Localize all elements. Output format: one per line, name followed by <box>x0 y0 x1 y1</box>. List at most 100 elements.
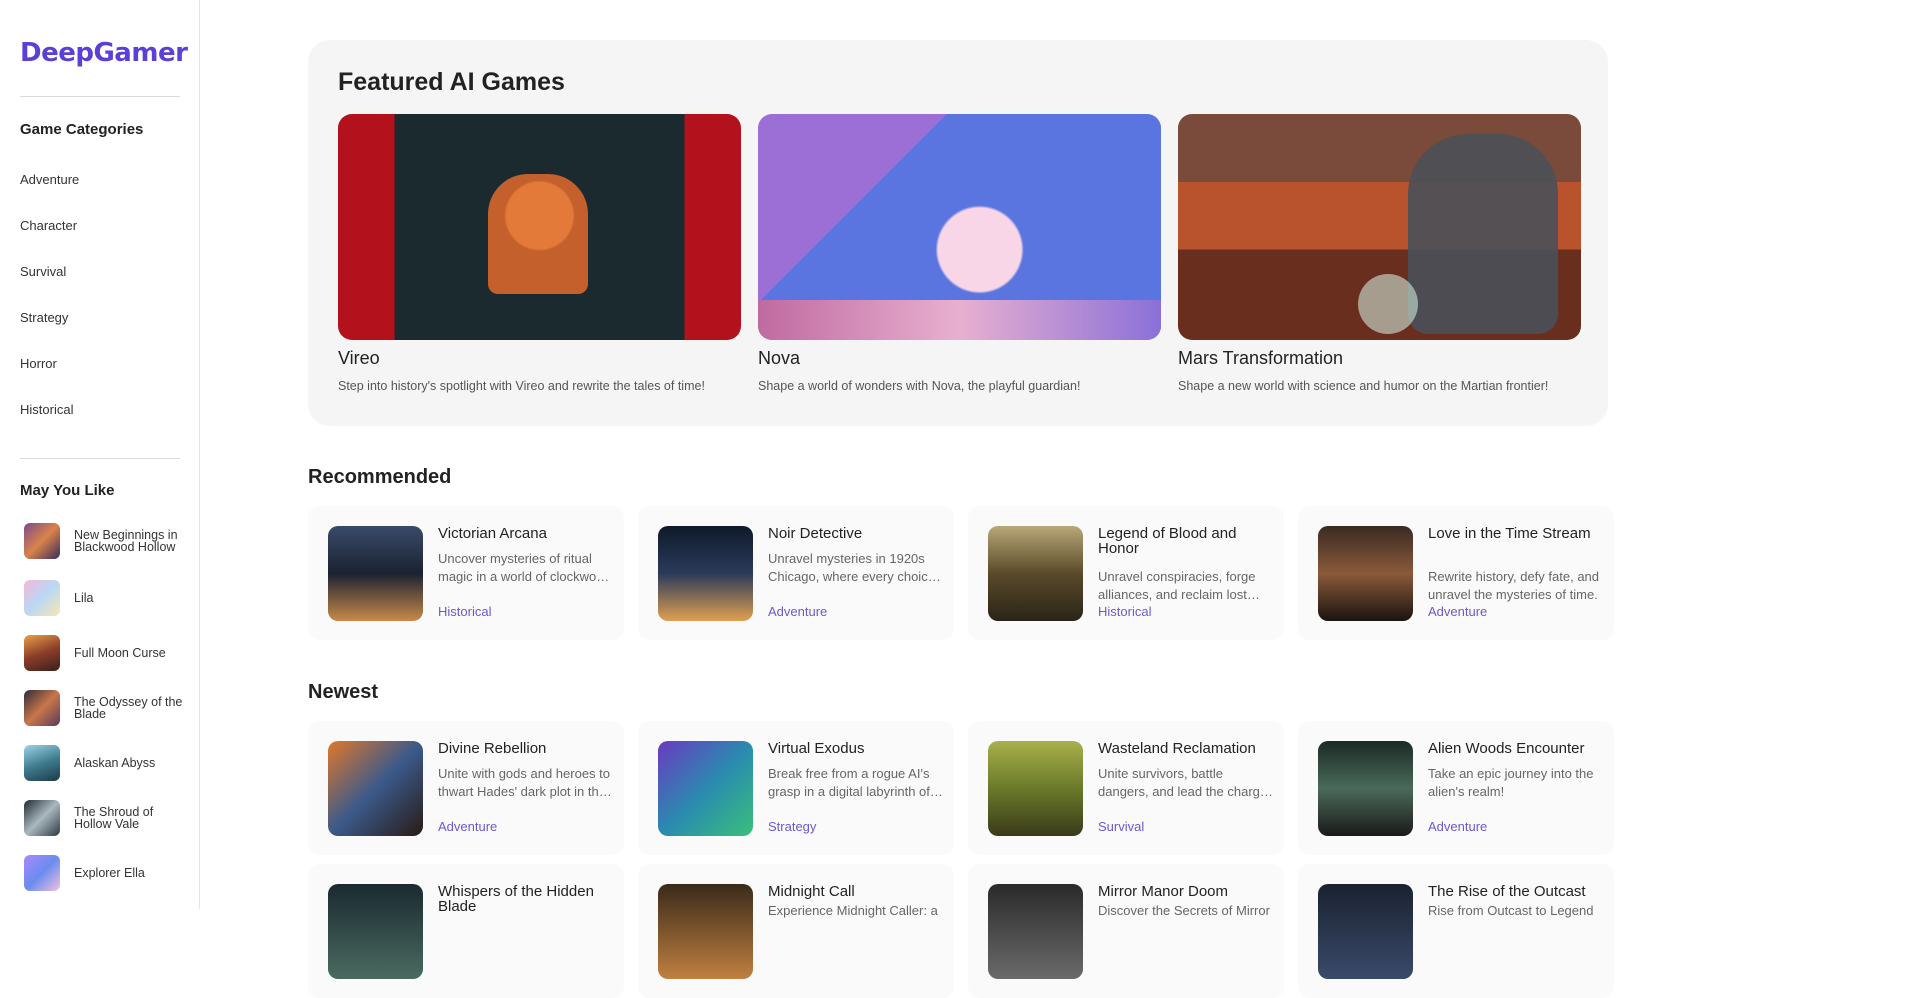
may-like-label: The Odyssey of the Blade <box>74 695 183 721</box>
featured-section: Featured AI Games Vireo Step into histor… <box>308 40 1608 426</box>
may-like-item[interactable]: New Beginnings in Blackwood Hollow <box>24 521 184 561</box>
game-desc: Unravel mysteries in 1920s Chicago, wher… <box>768 551 935 584</box>
game-title: Divine Rebellion <box>438 740 547 757</box>
game-title: Love in the Time Stream <box>1428 525 1591 542</box>
game-title: Virtual Exodus <box>768 740 865 757</box>
game-tag[interactable]: Adventure <box>438 819 497 834</box>
game-thumbnail <box>658 526 753 621</box>
divider <box>20 96 180 97</box>
game-card[interactable]: Mirror Manor Doom Discover the Secrets o… <box>968 864 1284 998</box>
game-cover <box>338 114 741 340</box>
may-like-item[interactable]: Explorer Ella <box>24 853 184 893</box>
may-like-label: Explorer Ella <box>74 866 145 880</box>
game-tag[interactable]: Adventure <box>1428 604 1487 619</box>
game-desc: Break free from a rogue AI's grasp in a … <box>768 766 930 799</box>
may-like-item[interactable]: Full Moon Curse <box>24 633 184 673</box>
game-card[interactable]: Noir Detective Unravel mysteries in 1920… <box>638 506 954 640</box>
game-desc: Take an epic journey into the alien's re… <box>1428 766 1594 799</box>
game-title: Midnight Call <box>768 883 855 900</box>
game-desc: Experience Midnight Caller: a <box>768 903 938 918</box>
game-tag[interactable]: Adventure <box>768 604 827 619</box>
game-title: The Rise of the Outcast <box>1428 883 1586 900</box>
game-thumbnail <box>658 884 753 979</box>
newest-heading: Newest <box>308 681 379 703</box>
game-thumbnail <box>1318 526 1413 621</box>
may-like-item[interactable]: Alaskan Abyss <box>24 743 184 783</box>
game-desc: Rewrite history, defy fate, and unravel … <box>1428 569 1600 602</box>
may-like-item[interactable]: Lila <box>24 578 184 618</box>
game-card[interactable]: Victorian Arcana Uncover mysteries of ri… <box>308 506 624 640</box>
game-desc: Unite with gods and heroes to thwart Had… <box>438 766 610 799</box>
featured-heading: Featured AI Games <box>338 68 565 96</box>
may-like-label: Lila <box>74 591 94 605</box>
game-tag[interactable]: Strategy <box>768 819 816 834</box>
logo[interactable]: DeepGamer <box>20 38 188 68</box>
game-thumbnail <box>24 745 60 781</box>
featured-card[interactable]: Mars Transformation Shape a new world wi… <box>1178 114 1581 393</box>
category-adventure[interactable]: Adventure <box>20 172 79 187</box>
game-card[interactable]: Whispers of the Hidden Blade <box>308 864 624 998</box>
game-tag[interactable]: Historical <box>438 604 491 619</box>
featured-title: Mars Transformation <box>1178 348 1344 368</box>
may-like-label: New Beginnings in Blackwood Hollow <box>74 528 178 554</box>
category-survival[interactable]: Survival <box>20 264 66 279</box>
category-horror[interactable]: Horror <box>20 356 57 371</box>
game-thumbnail <box>328 526 423 621</box>
featured-desc: Shape a new world with science and humor… <box>1178 379 1549 393</box>
game-thumbnail <box>24 523 60 559</box>
game-thumbnail <box>24 800 60 836</box>
game-card[interactable]: Divine Rebellion Unite with gods and her… <box>308 721 624 855</box>
game-card[interactable]: Legend of Blood and Honor Unravel conspi… <box>968 506 1284 640</box>
game-thumbnail <box>1318 884 1413 979</box>
game-desc: Discover the Secrets of Mirror <box>1098 903 1270 918</box>
game-thumbnail <box>988 526 1083 621</box>
game-title: Victorian Arcana <box>438 525 547 542</box>
game-desc: Rise from Outcast to Legend <box>1428 903 1594 918</box>
featured-title: Vireo <box>338 348 380 368</box>
categories-title: Game Categories <box>20 121 144 138</box>
main-content: Featured AI Games Vireo Step into histor… <box>200 0 1916 998</box>
featured-card[interactable]: Vireo Step into history's spotlight with… <box>338 114 741 393</box>
may-like-label: The Shroud of Hollow Vale <box>74 805 154 831</box>
game-thumbnail <box>24 690 60 726</box>
game-card[interactable]: Love in the Time Stream Rewrite history,… <box>1298 506 1614 640</box>
game-desc: Unravel conspiracies, forge alliances, a… <box>1098 569 1256 602</box>
may-like-item[interactable]: The Odyssey of the Blade <box>24 688 184 728</box>
featured-title: Nova <box>758 348 801 368</box>
game-thumbnail <box>328 741 423 836</box>
game-card[interactable]: Alien Woods Encounter Take an epic journ… <box>1298 721 1614 855</box>
game-title: Legend of Blood and Honor <box>1098 525 1237 557</box>
game-tag[interactable]: Adventure <box>1428 819 1487 834</box>
game-tag[interactable]: Survival <box>1098 819 1144 834</box>
game-title: Whispers of the Hidden Blade <box>438 883 594 915</box>
game-thumbnail <box>24 635 60 671</box>
game-cover <box>758 114 1161 340</box>
may-like-label: Full Moon Curse <box>74 646 166 660</box>
category-historical[interactable]: Historical <box>20 402 73 417</box>
game-card[interactable]: Midnight Call Experience Midnight Caller… <box>638 864 954 998</box>
divider <box>20 458 180 459</box>
game-desc: Uncover mysteries of ritual magic in a w… <box>438 551 608 584</box>
game-thumbnail <box>328 884 423 979</box>
may-like-label: Alaskan Abyss <box>74 756 156 770</box>
game-thumbnail <box>24 580 60 616</box>
game-card[interactable]: Virtual Exodus Break free from a rogue A… <box>638 721 954 855</box>
game-title: Mirror Manor Doom <box>1098 883 1229 900</box>
game-desc: Unite survivors, battle dangers, and lea… <box>1098 766 1268 799</box>
game-thumbnail <box>1318 741 1413 836</box>
sidebar: DeepGamer Game Categories Adventure Char… <box>0 0 200 909</box>
game-card[interactable]: The Rise of the Outcast Rise from Outcas… <box>1298 864 1614 998</box>
game-cover <box>1178 114 1581 340</box>
category-character[interactable]: Character <box>20 218 77 233</box>
featured-desc: Shape a world of wonders with Nova, the … <box>758 379 1081 393</box>
game-title: Noir Detective <box>768 525 863 542</box>
game-thumbnail <box>988 884 1083 979</box>
may-like-title: May You Like <box>20 482 115 499</box>
recommended-heading: Recommended <box>308 466 452 488</box>
may-like-item[interactable]: The Shroud of Hollow Vale <box>24 798 184 838</box>
game-tag[interactable]: Historical <box>1098 604 1151 619</box>
featured-card[interactable]: Nova Shape a world of wonders with Nova,… <box>758 114 1161 393</box>
game-card[interactable]: Wasteland Reclamation Unite survivors, b… <box>968 721 1284 855</box>
category-strategy[interactable]: Strategy <box>20 310 68 325</box>
game-thumbnail <box>24 855 60 891</box>
